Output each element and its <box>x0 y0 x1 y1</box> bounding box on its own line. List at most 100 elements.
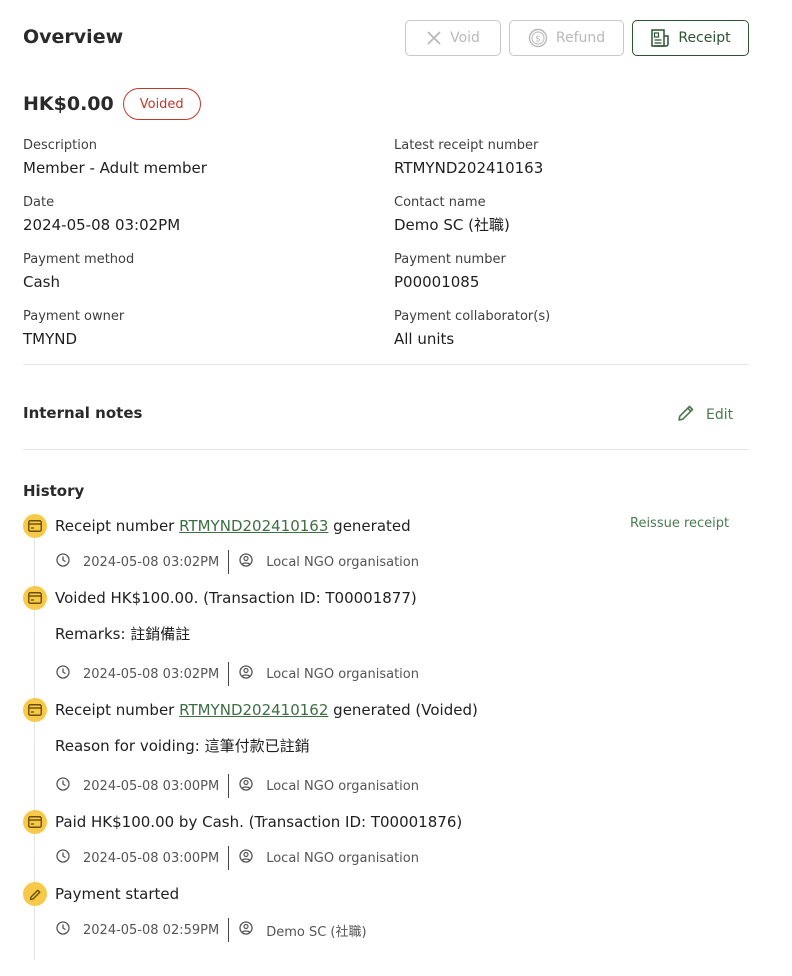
user-circle-icon <box>238 776 254 796</box>
user-circle-icon <box>238 920 254 940</box>
method-value: Cash <box>23 273 60 291</box>
meta-separator <box>228 846 230 870</box>
collaborators-label: Payment collaborator(s) <box>394 309 551 324</box>
clock-icon <box>55 552 71 572</box>
history-item-text: Paid HK$100.00 by Cash. (Transaction ID:… <box>55 813 463 831</box>
owner-field: Payment owner TMYND <box>23 308 124 349</box>
card-icon <box>23 810 47 834</box>
clock-icon <box>55 920 71 940</box>
receipt-label: Receipt <box>678 30 731 46</box>
card-icon <box>23 514 47 538</box>
divider <box>23 364 749 365</box>
latest-receipt-value: RTMYND202410163 <box>394 159 544 177</box>
history-time: 2024-05-08 02:59PM <box>83 922 220 938</box>
history-time: 2024-05-08 03:02PM <box>83 666 220 682</box>
receipt-button[interactable]: Receipt <box>632 20 749 56</box>
description-label: Description <box>23 138 98 153</box>
collaborators-field: Payment collaborator(s) All units <box>394 308 550 349</box>
refund-button[interactable]: $ Refund <box>509 20 624 56</box>
collaborators-value: All units <box>394 330 455 348</box>
close-icon <box>426 30 442 46</box>
history-time: 2024-05-08 03:00PM <box>83 850 220 866</box>
contact-field: Contact name Demo SC (社職) <box>394 194 510 235</box>
reissue-receipt-link[interactable]: Reissue receipt <box>630 516 729 531</box>
clock-icon <box>55 664 71 684</box>
payment-number-field: Payment number P00001085 <box>394 251 506 292</box>
history-meta: 2024-05-08 03:00PM Local NGO organisatio… <box>55 774 419 798</box>
history-title: History <box>23 482 85 500</box>
time-seg: 2024-05-08 02:59PM <box>55 920 219 940</box>
overview-header: Overview Void $ Refund Receipt <box>23 20 749 56</box>
coin-icon: $ <box>528 28 548 48</box>
history-text-prefix: Receipt number <box>55 701 175 719</box>
user-seg: Local NGO organisation <box>238 776 419 796</box>
date-label: Date <box>23 195 55 210</box>
time-seg: 2024-05-08 03:00PM <box>55 848 219 868</box>
payment-amount: HK$0.00 <box>23 93 114 115</box>
user-seg: Local NGO organisation <box>238 848 419 868</box>
history-by: Local NGO organisation <box>266 666 419 682</box>
void-button[interactable]: Void <box>405 20 501 56</box>
card-icon <box>23 586 47 610</box>
history-time: 2024-05-08 03:02PM <box>83 554 220 570</box>
divider <box>23 449 749 450</box>
owner-value: TMYND <box>23 330 78 348</box>
contact-label: Contact name <box>394 195 486 210</box>
history-item-text: Payment started <box>55 885 180 903</box>
owner-label: Payment owner <box>23 309 125 324</box>
latest-receipt-label: Latest receipt number <box>394 138 539 153</box>
time-seg: 2024-05-08 03:02PM <box>55 552 219 572</box>
void-label: Void <box>450 30 480 46</box>
history-text-suffix: generated (Voided) <box>333 701 478 719</box>
user-seg: Local NGO organisation <box>238 664 419 684</box>
history-by: Local NGO organisation <box>266 850 419 866</box>
receipt-link[interactable]: RTMYND202410163 <box>179 517 328 535</box>
payment-number-value: P00001085 <box>394 273 480 291</box>
amount-row: HK$0.00 Voided <box>23 88 201 120</box>
history-item-text: Receipt number RTMYND202410162 generated… <box>55 699 478 721</box>
method-label: Payment method <box>23 252 135 267</box>
page-title: Overview <box>23 26 124 48</box>
history-meta: 2024-05-08 03:00PM Local NGO organisatio… <box>55 846 419 870</box>
history-item-remarks: Remarks: 註銷備註 <box>55 625 191 643</box>
clock-icon <box>55 776 71 796</box>
receipt-link[interactable]: RTMYND202410162 <box>179 701 328 719</box>
history-by: Local NGO organisation <box>266 554 419 570</box>
meta-separator <box>228 662 230 686</box>
time-seg: 2024-05-08 03:00PM <box>55 776 219 796</box>
edit-label: Edit <box>706 407 734 423</box>
edit-notes-button[interactable]: Edit <box>676 403 733 427</box>
description-field: Description Member - Adult member <box>23 137 207 178</box>
date-field: Date 2024-05-08 03:02PM <box>23 194 180 235</box>
clock-icon <box>55 848 71 868</box>
meta-separator <box>228 918 230 942</box>
history-meta: 2024-05-08 03:02PM Local NGO organisatio… <box>55 550 419 574</box>
time-seg: 2024-05-08 03:02PM <box>55 664 219 684</box>
history-meta: 2024-05-08 02:59PM Demo SC (社職) <box>55 918 367 942</box>
latest-receipt-field: Latest receipt number RTMYND202410163 <box>394 137 543 178</box>
history-text-prefix: Receipt number <box>55 517 175 535</box>
date-value: 2024-05-08 03:02PM <box>23 216 181 234</box>
user-seg: Demo SC (社職) <box>238 920 367 940</box>
payment-number-label: Payment number <box>394 252 506 267</box>
user-seg: Local NGO organisation <box>238 552 419 572</box>
history-by: Local NGO organisation <box>266 778 419 794</box>
description-value: Member - Adult member <box>23 159 207 177</box>
contact-value: Demo SC (社職) <box>394 216 510 234</box>
user-circle-icon <box>238 848 254 868</box>
meta-separator <box>228 550 230 574</box>
svg-text:$: $ <box>535 35 541 45</box>
refund-label: Refund <box>555 30 606 46</box>
pencil-icon <box>23 882 47 906</box>
history-meta: 2024-05-08 03:02PM Local NGO organisatio… <box>55 662 419 686</box>
history-text-suffix: generated <box>333 517 411 535</box>
history-item-reason: Reason for voiding: 這筆付款已註銷 <box>55 737 310 755</box>
meta-separator <box>228 774 230 798</box>
user-circle-icon <box>238 664 254 684</box>
card-icon <box>23 698 47 722</box>
history-time: 2024-05-08 03:00PM <box>83 778 220 794</box>
pencil-icon <box>676 403 696 427</box>
history-by: Demo SC (社職) <box>266 924 367 940</box>
history-item-text: Voided HK$100.00. (Transaction ID: T0000… <box>55 589 417 607</box>
history-item-text: Receipt number RTMYND202410163 generated <box>55 515 411 537</box>
